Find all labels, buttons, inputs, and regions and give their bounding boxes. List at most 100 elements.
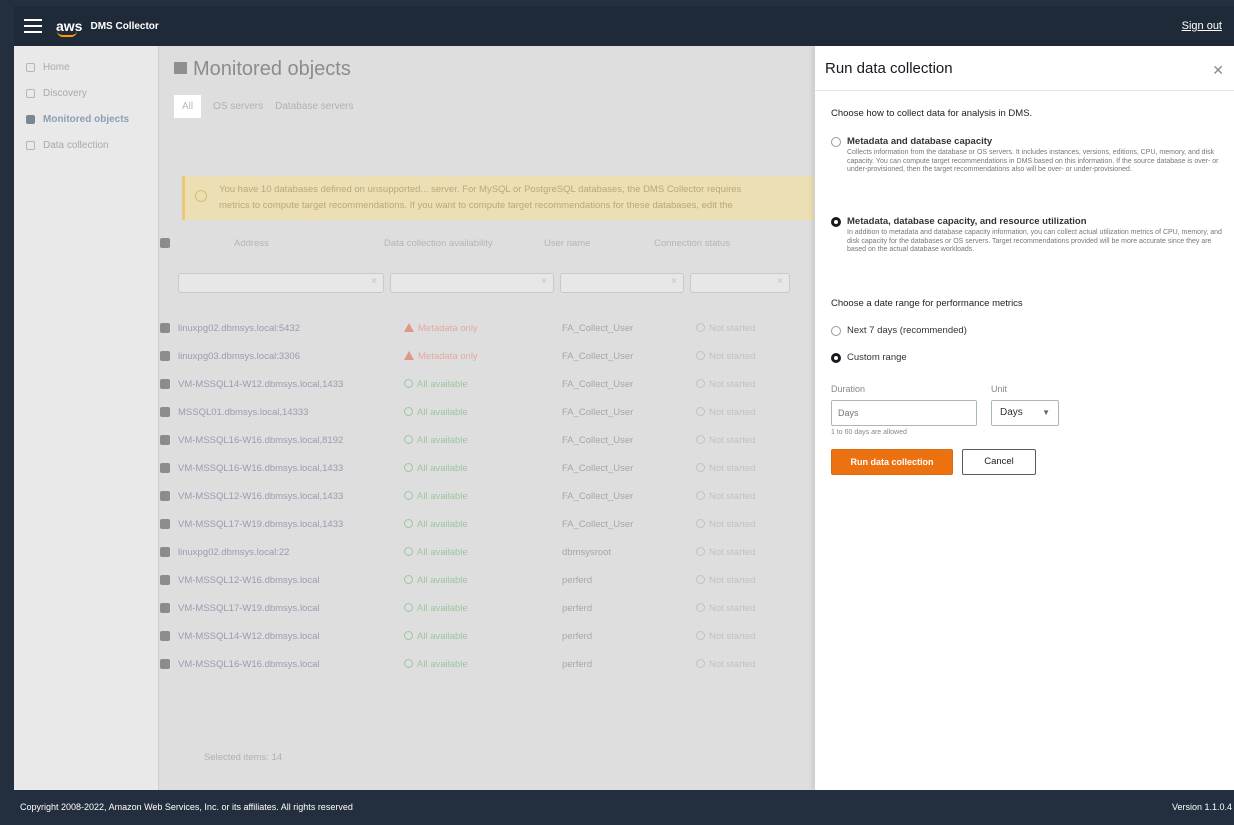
hamburger-menu-icon[interactable] <box>24 19 42 33</box>
table-row[interactable]: linuxpg03.dbmsys.local:3306 Metadata only… <box>160 342 814 370</box>
close-icon[interactable]: ✕ <box>1212 62 1224 79</box>
col-user-name[interactable]: User name <box>514 238 648 249</box>
tab-os-servers[interactable]: OS servers <box>213 97 263 116</box>
duration-input[interactable] <box>831 400 977 426</box>
duration-label: Duration <box>831 384 866 394</box>
table-row[interactable]: linuxpg02.dbmsys.local:22 All available db… <box>160 538 814 566</box>
availability-text: All available <box>417 630 468 642</box>
row-checkbox[interactable] <box>160 323 170 333</box>
availability-cell: Metadata only <box>390 322 562 334</box>
sign-out-link[interactable]: Sign out <box>1182 20 1222 32</box>
col-availability[interactable]: Data collection availability <box>346 238 514 249</box>
row-checkbox[interactable] <box>160 547 170 557</box>
availability-text: All available <box>417 378 468 390</box>
table-row[interactable]: VM-MSSQL16-W16.dbmsys.local,1433 All avai… <box>160 454 814 482</box>
table-row[interactable]: VM-MSSQL14-W12.dbmsys.local All available… <box>160 622 814 650</box>
availability-text: All available <box>417 574 468 586</box>
version-text: Version 1.1.0.4 <box>1171 802 1232 812</box>
row-checkbox[interactable] <box>160 435 170 445</box>
option-description: In addition to metadata and database cap… <box>847 229 1222 253</box>
range-next-7-days-radio[interactable] <box>831 326 841 336</box>
duration-hint: 1 to 60 days are allowed <box>831 429 907 436</box>
connection-status-cell: Not started <box>696 630 796 642</box>
aws-logo: aws <box>56 18 83 37</box>
range-label: Next 7 days (recommended) <box>847 325 967 336</box>
row-checkbox[interactable] <box>160 575 170 585</box>
row-checkbox[interactable] <box>160 351 170 361</box>
connection-status-cell: Not started <box>696 350 796 362</box>
user-name-cell: dbmsysroot <box>562 546 612 558</box>
col-connection-status[interactable]: Connection status <box>648 238 748 249</box>
availability-text: All available <box>417 602 468 614</box>
row-checkbox[interactable] <box>160 603 170 613</box>
range-label: Custom range <box>847 352 907 363</box>
table-row[interactable]: VM-MSSQL14-W12.dbmsys.local,1433 All avai… <box>160 370 814 398</box>
row-checkbox[interactable] <box>160 519 170 529</box>
row-checkbox[interactable] <box>160 631 170 641</box>
sidebar-item[interactable]: Monitored objects <box>14 108 158 130</box>
check-circle-icon <box>404 658 413 668</box>
row-checkbox[interactable] <box>160 659 170 669</box>
option-utilization-radio[interactable] <box>831 217 841 227</box>
sidebar-item[interactable]: Discovery <box>14 82 158 104</box>
check-circle-icon <box>404 630 413 640</box>
status-icon <box>696 378 705 388</box>
table-row[interactable]: VM-MSSQL12-W16.dbmsys.local,1433 All avai… <box>160 482 814 510</box>
availability-text: All available <box>417 462 468 474</box>
connection-status-cell: Not started <box>696 322 796 334</box>
tab-database-servers[interactable]: Database servers <box>275 97 353 116</box>
address-cell: linuxpg02.dbmsys.local:22 <box>178 546 290 558</box>
unit-select[interactable]: Days ▼ <box>991 400 1059 426</box>
option-title: Metadata and database capacity <box>847 136 993 147</box>
availability-cell: All available <box>390 658 562 670</box>
range-custom[interactable]: Custom range <box>831 352 1229 363</box>
user-name-cell: FA_Collect_User <box>562 462 634 474</box>
select-all-checkbox[interactable] <box>160 238 170 248</box>
connection-status-text: Not started <box>709 602 756 614</box>
check-circle-icon <box>404 546 413 556</box>
connection-status-text: Not started <box>709 518 756 530</box>
connection-status-text: Not started <box>709 406 756 418</box>
address-cell: VM-MSSQL16-W16.dbmsys.local,8192 <box>178 434 344 446</box>
availability-cell: All available <box>390 630 562 642</box>
table-row[interactable]: VM-MSSQL17-W19.dbmsys.local All available… <box>160 594 814 622</box>
range-custom-radio[interactable] <box>831 353 841 363</box>
sidebar-item[interactable]: Data collection <box>14 134 158 156</box>
table-row[interactable]: linuxpg02.dbmsys.local:5432 Metadata only… <box>160 314 814 342</box>
run-data-collection-button[interactable]: Run data collection <box>831 449 953 475</box>
connection-filter-input[interactable] <box>690 273 790 293</box>
connection-status-text: Not started <box>709 434 756 446</box>
connection-status-cell: Not started <box>696 658 796 670</box>
range-next-7-days[interactable]: Next 7 days (recommended) <box>831 325 1229 336</box>
connection-status-cell: Not started <box>696 378 796 390</box>
option-metadata-capacity-radio[interactable] <box>831 137 841 147</box>
monitored-objects-icon <box>174 62 187 74</box>
row-checkbox[interactable] <box>160 379 170 389</box>
row-checkbox[interactable] <box>160 491 170 501</box>
option-metadata-capacity[interactable]: Metadata and database capacity Collects … <box>831 136 1229 175</box>
copyright-text: Copyright 2008-2022, Amazon Web Services… <box>20 802 353 812</box>
table-row[interactable]: VM-MSSQL12-W16.dbmsys.local All available… <box>160 566 814 594</box>
connection-status-text: Not started <box>709 350 756 362</box>
option-metadata-capacity-utilization[interactable]: Metadata, database capacity, and resourc… <box>831 216 1229 255</box>
table-row[interactable]: MSSQL01.dbmsys.local,14333 All available F… <box>160 398 814 426</box>
row-checkbox[interactable] <box>160 463 170 473</box>
sidebar-item[interactable]: Home <box>14 56 158 78</box>
tab-all[interactable]: All <box>174 94 202 118</box>
check-circle-icon <box>404 378 413 388</box>
cancel-button[interactable]: Cancel <box>962 449 1036 475</box>
option-description: Collects information from the database o… <box>847 149 1219 173</box>
connection-status-text: Not started <box>709 490 756 502</box>
user-name-cell: FA_Collect_User <box>562 350 634 362</box>
user-name-cell: perferd <box>562 658 593 670</box>
table-row[interactable]: VM-MSSQL17-W19.dbmsys.local,1433 All avai… <box>160 510 814 538</box>
address-filter-input[interactable] <box>178 273 384 293</box>
col-address[interactable]: Address <box>170 238 346 249</box>
table-row[interactable]: VM-MSSQL16-W16.dbmsys.local All available… <box>160 650 814 678</box>
connection-status-text: Not started <box>709 658 756 670</box>
user-filter-input[interactable] <box>560 273 684 293</box>
row-checkbox[interactable] <box>160 407 170 417</box>
availability-filter-input[interactable] <box>390 273 554 293</box>
check-circle-icon <box>404 518 413 528</box>
table-row[interactable]: VM-MSSQL16-W16.dbmsys.local,8192 All avai… <box>160 426 814 454</box>
